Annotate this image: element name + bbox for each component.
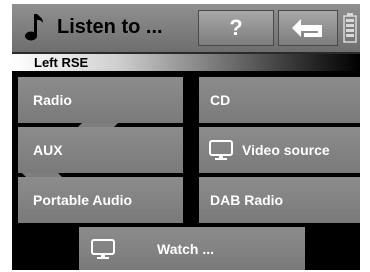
help-button-label: ? bbox=[229, 15, 243, 40]
battery-icon bbox=[343, 13, 357, 43]
monitor-icon bbox=[91, 238, 115, 259]
radio-label: Radio bbox=[33, 92, 72, 108]
dab-radio-button[interactable]: DAB Radio bbox=[199, 177, 360, 223]
back-button[interactable] bbox=[278, 10, 338, 46]
cd-label: CD bbox=[210, 92, 231, 108]
cd-button[interactable]: CD bbox=[199, 77, 360, 123]
monitor-icon bbox=[209, 140, 233, 160]
aux-button[interactable]: AUX bbox=[18, 127, 183, 173]
video-source-label: Video source bbox=[242, 142, 330, 158]
portable-audio-button[interactable]: Portable Audio bbox=[18, 177, 183, 223]
watch-button[interactable]: Watch ... bbox=[79, 227, 305, 270]
aux-label: AUX bbox=[33, 142, 63, 158]
section-label: Left RSE bbox=[34, 55, 89, 70]
section-header: Left RSE bbox=[12, 54, 360, 71]
back-arrow-icon bbox=[292, 19, 322, 37]
dab-radio-label: DAB Radio bbox=[210, 192, 284, 208]
header-bar: Listen to ... ? bbox=[12, 4, 360, 54]
music-note-icon bbox=[25, 14, 43, 41]
watch-label: Watch ... bbox=[157, 240, 215, 257]
help-button[interactable]: ? bbox=[198, 10, 274, 46]
radio-button[interactable]: Radio bbox=[18, 77, 183, 123]
video-source-button[interactable]: Video source bbox=[199, 127, 360, 173]
page-title: Listen to ... bbox=[57, 16, 163, 38]
portable-audio-label: Portable Audio bbox=[33, 192, 133, 208]
screen: Listen to ... ? Left RSE Radio CD AUX Vi… bbox=[12, 4, 360, 270]
